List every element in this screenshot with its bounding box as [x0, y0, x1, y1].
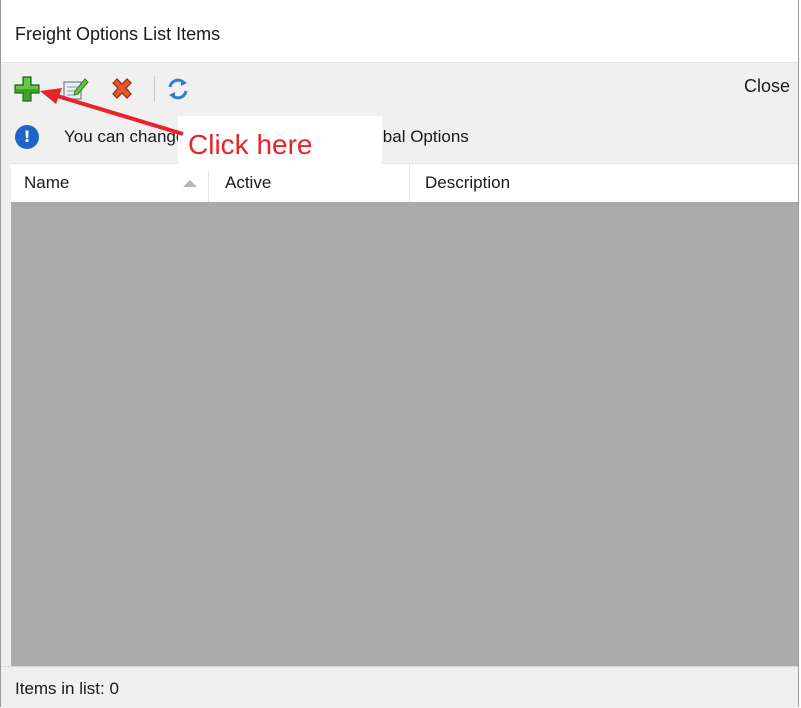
toolbar-separator	[154, 76, 155, 102]
info-bar: ! You can change the order of this list …	[1, 113, 798, 163]
delete-icon[interactable]	[108, 75, 136, 103]
refresh-icon[interactable]	[164, 75, 192, 103]
grid-header: Name Active Description	[11, 163, 798, 203]
column-divider[interactable]	[409, 164, 410, 202]
column-header-name[interactable]: Name	[24, 164, 69, 202]
sort-ascending-icon	[183, 180, 197, 187]
column-header-description[interactable]: Description	[425, 164, 510, 202]
add-icon[interactable]	[13, 75, 41, 103]
annotation-text: Click here	[188, 129, 313, 160]
close-button[interactable]: Close	[744, 76, 790, 97]
window-title: Freight Options List Items	[15, 24, 221, 44]
annotation-callout: Click here	[178, 116, 382, 171]
items-count: Items in list: 0	[15, 679, 119, 698]
toolbar: Close	[1, 63, 798, 113]
grid-body[interactable]	[11, 202, 798, 666]
freight-options-window: Freight Options List Items Close ! You c…	[0, 0, 799, 708]
title-bar: Freight Options List Items	[1, 0, 798, 63]
status-bar: Items in list: 0	[1, 666, 798, 708]
edit-icon[interactable]	[61, 75, 89, 103]
info-icon: !	[15, 125, 39, 149]
